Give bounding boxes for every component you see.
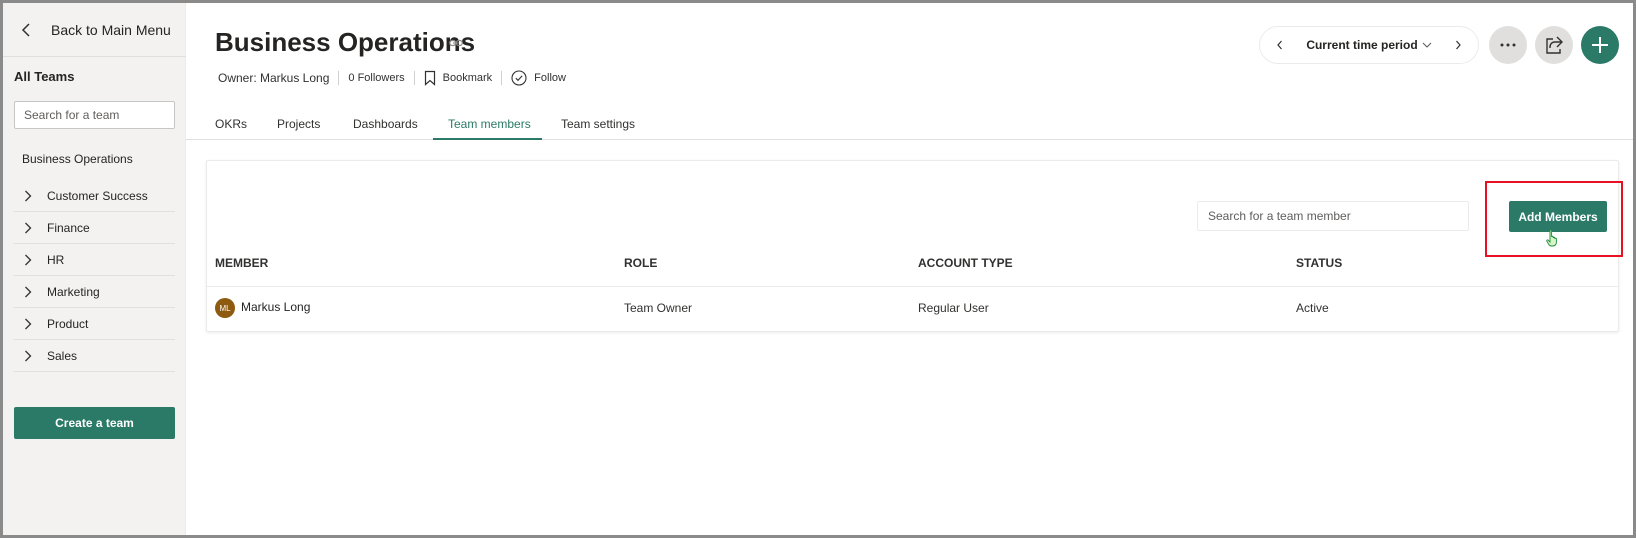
column-header-member: MEMBER [215,256,269,270]
team-members-panel: Add Members MEMBER ROLE ACCOUNT TYPE STA… [206,160,1619,332]
follow-label: Follow [534,72,566,84]
member-account-type: Regular User [918,301,989,315]
sidebar-item-finance[interactable]: Finance [14,212,175,244]
member-role: Team Owner [624,301,693,315]
member-search-input[interactable] [1197,201,1469,231]
sidebar-item-sales[interactable]: Sales [14,340,175,372]
team-search-input[interactable] [14,101,175,129]
column-header-status: STATUS [1296,256,1343,270]
add-button[interactable] [1581,26,1619,64]
add-members-button[interactable]: Add Members [1509,201,1607,232]
page-title: Business Operations [215,27,476,57]
sidebar-item-label: Marketing [47,284,100,299]
app-window: Back to Main Menu All Teams Business Ope… [0,0,1636,538]
tab-projects[interactable]: Projects [277,107,320,140]
bookmark-label: Bookmark [442,72,493,84]
sidebar-item-product[interactable]: Product [14,308,175,340]
tab-bar: OKRs Projects Dashboards Team members Te… [186,107,1633,140]
time-period-dropdown[interactable]: Current time period [1306,38,1432,52]
current-team-label[interactable]: Business Operations [22,152,133,166]
ellipsis-icon [1500,43,1516,47]
meta-divider [413,71,415,85]
previous-period-button[interactable] [1268,33,1292,57]
sidebar-item-marketing[interactable]: Marketing [14,276,175,308]
tab-okrs[interactable]: OKRs [215,107,247,140]
chevron-right-icon[interactable] [24,190,36,202]
chevron-right-icon[interactable] [24,222,36,234]
chevron-right-icon [1456,40,1461,50]
sidebar-item-label: HR [47,252,65,267]
plus-icon [1592,37,1608,53]
chevron-left-icon [1277,40,1282,50]
create-team-button[interactable]: Create a team [14,407,175,439]
link-icon[interactable] [449,38,463,48]
check-circle-icon [511,70,527,86]
hand-cursor-icon [1546,229,1557,247]
sidebar-item-label: Product [47,316,89,331]
chevron-right-icon[interactable] [24,254,36,266]
avatar: ML [215,298,235,318]
chevron-right-icon[interactable] [24,318,36,330]
active-tab-indicator [433,138,542,140]
sidebar-item-customer-success[interactable]: Customer Success [14,180,175,212]
member-name: Markus Long [241,300,311,314]
bookmark-icon [424,70,435,86]
chevron-down-icon [1422,42,1432,48]
table-divider [207,286,1618,287]
chevron-left-icon [21,22,37,38]
share-icon [1546,36,1563,54]
meta-divider [501,71,503,85]
meta-divider [338,71,340,85]
team-meta-row: Owner: Markus Long 0 Followers Bookmark … [218,68,566,88]
time-period-label: Current time period [1306,38,1418,52]
sidebar-item-hr[interactable]: HR [14,244,175,276]
time-period-selector: Current time period [1259,26,1479,64]
all-teams-heading: All Teams [14,69,75,84]
tab-team-members[interactable]: Team members [448,107,531,140]
followers-count[interactable]: 0 Followers [348,72,404,84]
chevron-right-icon[interactable] [24,350,36,362]
follow-button[interactable]: Follow [511,70,566,86]
chevron-right-icon[interactable] [24,286,36,298]
owner-label: Owner: Markus Long [218,71,330,85]
sidebar: Back to Main Menu All Teams Business Ope… [3,3,186,535]
bookmark-button[interactable]: Bookmark [424,70,493,86]
tab-team-settings[interactable]: Team settings [561,107,635,140]
tab-dashboards[interactable]: Dashboards [353,107,418,140]
next-period-button[interactable] [1446,33,1470,57]
back-to-main-menu-button[interactable]: Back to Main Menu [3,3,186,57]
sidebar-item-label: Customer Success [47,188,148,203]
column-header-account-type: ACCOUNT TYPE [918,256,1013,270]
team-list: Customer Success Finance HR Marketing Pr… [14,180,175,372]
column-header-role: ROLE [624,256,658,270]
share-button[interactable] [1535,26,1573,64]
sidebar-item-label: Finance [47,220,90,235]
member-status: Active [1296,301,1329,315]
back-to-main-menu-label: Back to Main Menu [51,21,171,38]
sidebar-item-label: Sales [47,348,78,363]
more-options-button[interactable] [1489,26,1527,64]
